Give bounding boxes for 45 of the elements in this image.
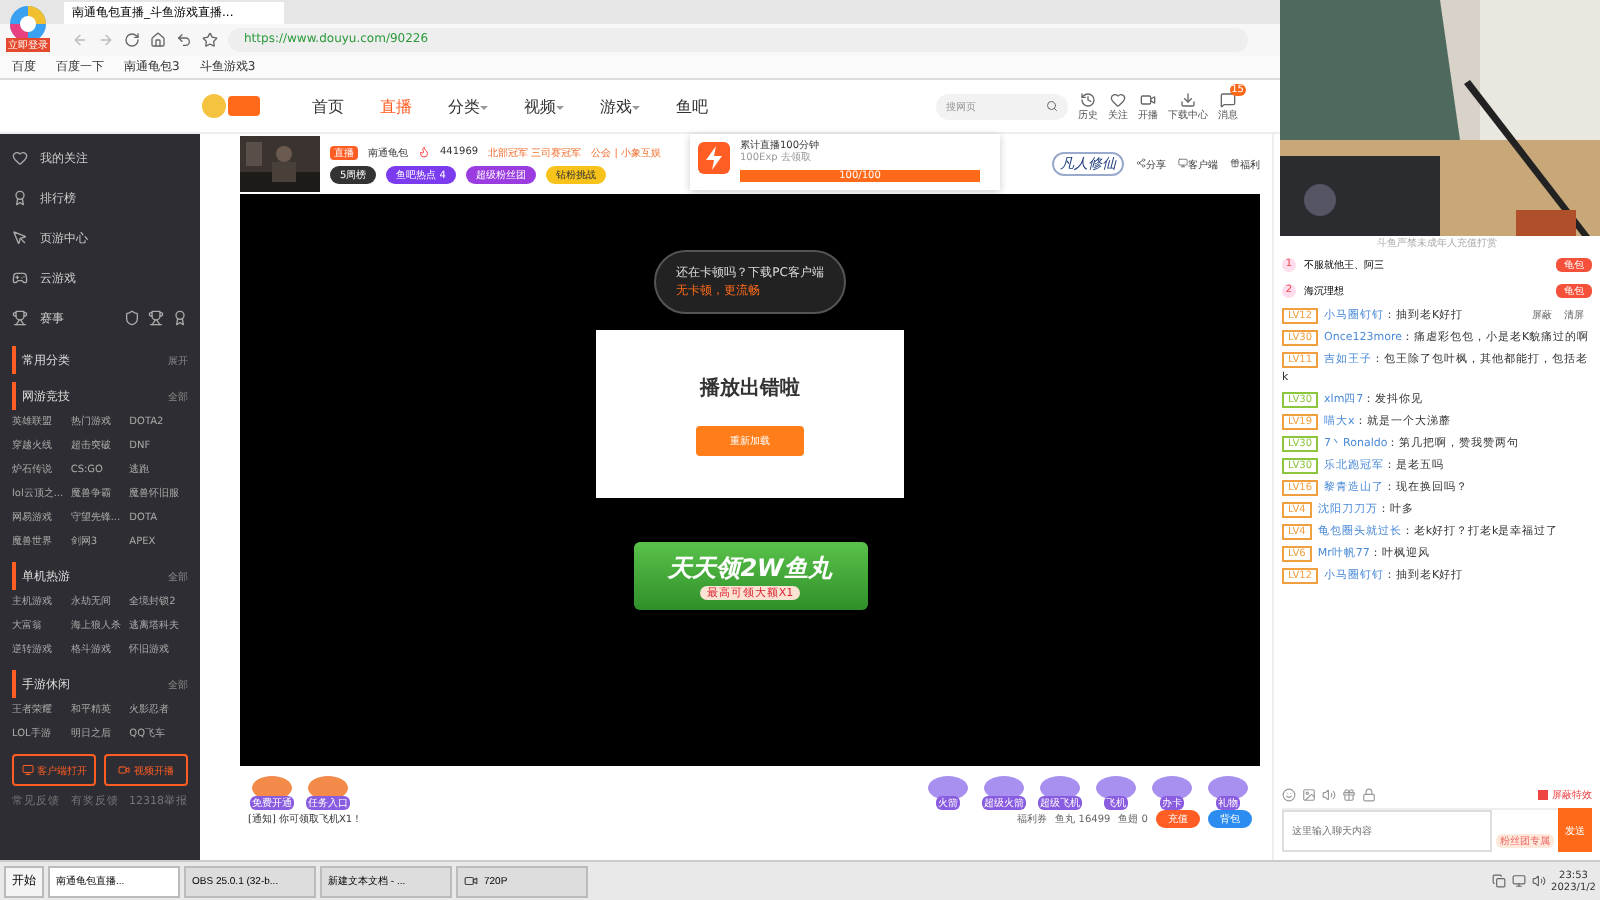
cup-icon[interactable]: [148, 310, 164, 326]
live-icon: [1140, 91, 1156, 107]
nav-link[interactable]: 视频: [524, 95, 564, 117]
emoji-icon[interactable]: [1282, 788, 1296, 802]
game-icon: [12, 270, 28, 286]
nav-link[interactable]: 鱼吧: [676, 95, 708, 117]
message-icon: [1220, 91, 1236, 107]
lightning-icon: [698, 142, 730, 174]
undo-icon[interactable]: [176, 32, 192, 48]
download-icon: [1180, 91, 1196, 107]
image-icon[interactable]: [1302, 788, 1316, 802]
shield-icon[interactable]: [124, 310, 140, 326]
search-icon: [1046, 100, 1058, 112]
video-icon: [464, 874, 478, 888]
mouse-icon: [12, 230, 28, 246]
home-icon[interactable]: [150, 32, 166, 48]
error-title: 播放出错啦: [700, 375, 800, 401]
trophy-icon: [12, 310, 28, 326]
nav-link[interactable]: 直播: [380, 95, 412, 117]
lock-icon[interactable]: [1362, 788, 1376, 802]
history-icon: [1080, 91, 1096, 107]
share-icon: [1136, 157, 1146, 167]
forward-icon[interactable]: [98, 32, 114, 48]
star-icon[interactable]: [202, 32, 218, 48]
rank-icon: [12, 190, 28, 206]
nav-link[interactable]: 分类: [448, 95, 488, 117]
client-icon: [1178, 157, 1188, 167]
flame-icon: [418, 146, 430, 158]
gift-icon[interactable]: [1342, 788, 1356, 802]
nav-link[interactable]: 游戏: [600, 95, 640, 117]
back-icon[interactable]: [72, 32, 88, 48]
follow-icon: [1110, 91, 1126, 107]
tray-icon: [1491, 874, 1506, 888]
client-icon: [21, 764, 33, 776]
gift-icon: [1230, 157, 1240, 167]
reload-icon[interactable]: [124, 32, 140, 48]
banner-title: 天天领2W鱼丸: [668, 552, 832, 586]
volume-icon: [1531, 874, 1546, 888]
site-logo-icon[interactable]: [200, 90, 264, 122]
video-icon: [118, 764, 130, 776]
heart-icon: [12, 150, 28, 166]
medal-icon[interactable]: [172, 310, 188, 326]
nav-link[interactable]: 首页: [312, 95, 344, 117]
speaker-icon[interactable]: [1322, 788, 1336, 802]
tray-icon: [1511, 874, 1526, 888]
